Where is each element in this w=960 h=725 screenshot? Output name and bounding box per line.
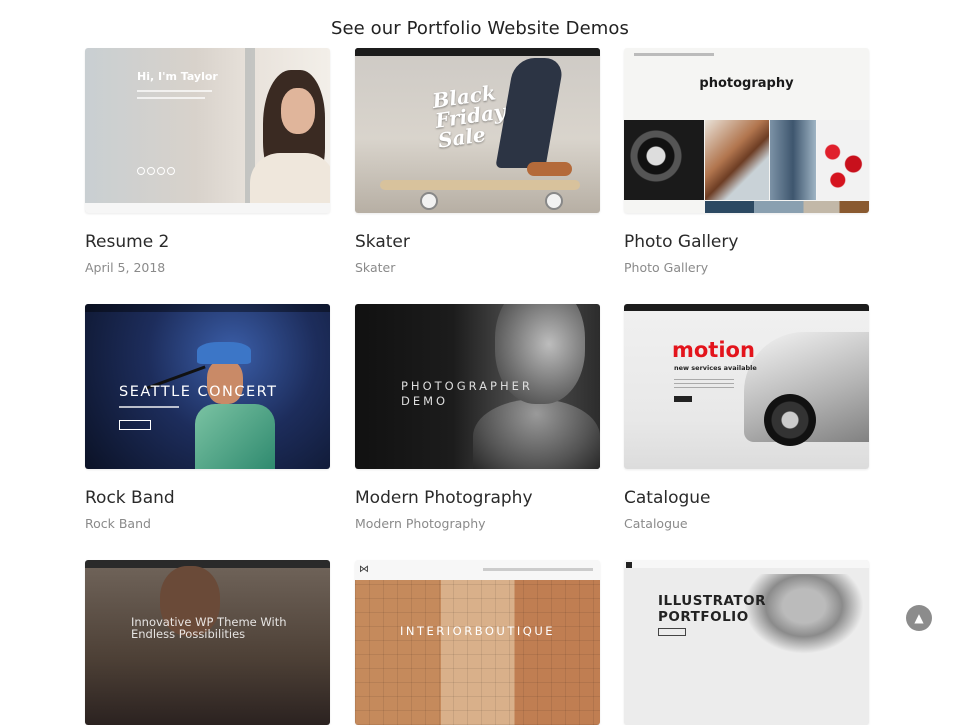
section-heading: See our Portfolio Website Demos — [330, 18, 630, 39]
demo-card-resume-2[interactable]: Hi, I'm Taylor Resume 2 April 5, 2018 — [85, 48, 330, 275]
card-subtitle: Skater — [355, 260, 396, 275]
demo-card-interior-boutique[interactable]: ⋈ INTERIORBOUTIQUE — [355, 560, 600, 725]
skater-shoe — [527, 162, 572, 176]
card-subtitle: Photo Gallery — [624, 260, 709, 275]
demo-thumbnail[interactable]: ⋈ INTERIORBOUTIQUE — [355, 560, 600, 725]
skateboard-wheel — [545, 192, 563, 210]
card-subtitle: Rock Band — [85, 516, 151, 531]
demo-card-photo-gallery[interactable]: photography Photo Gallery Photo Gallery — [624, 48, 869, 275]
demo-thumbnail[interactable]: Hi, I'm Taylor — [85, 48, 330, 213]
social-icons — [137, 160, 177, 179]
demo-card-rock-band[interactable]: SEATTLE CONCERT Rock Band Rock Band — [85, 304, 330, 531]
demo-card-modern-photography[interactable]: PHOTOGRAPHER DEMO Modern Photography Mod… — [355, 304, 600, 531]
demo-card-catalogue[interactable]: motion new services available Catalogue … — [624, 304, 869, 531]
card-title[interactable]: Catalogue — [624, 488, 711, 508]
thumb-nav-bar — [624, 560, 869, 568]
thumb-title-line-2: DEMO — [401, 394, 449, 408]
thumb-title: INTERIORBOUTIQUE — [399, 624, 556, 638]
demo-thumbnail[interactable]: Innovative WP Theme With Endless Possibi… — [85, 560, 330, 725]
card-subtitle: Catalogue — [624, 516, 688, 531]
text-line — [119, 406, 179, 408]
gallery-photo — [624, 120, 704, 200]
thumb-subtitle: new services available — [674, 364, 757, 372]
singer-hat — [197, 342, 251, 364]
thumb-title-line-2: PORTFOLIO — [658, 609, 749, 625]
card-title[interactable]: Resume 2 — [85, 232, 169, 252]
gallery-photo — [705, 120, 769, 200]
gallery-photo — [817, 120, 869, 200]
card-subtitle: Modern Photography — [355, 516, 486, 531]
thumb-button — [658, 628, 686, 636]
thumb-nav-bar — [634, 53, 714, 56]
thumb-nav-bar — [85, 304, 330, 312]
thumb-title: Innovative WP Theme With Endless Possibi… — [131, 615, 287, 641]
thumb-nav-bar — [355, 48, 600, 56]
demo-thumbnail[interactable]: ILLUSTRATOR PORTFOLIO — [624, 560, 869, 725]
text-line — [137, 90, 212, 92]
portrait-shoulder — [473, 399, 600, 469]
gallery-photo — [770, 120, 816, 200]
thumb-greeting: Hi, I'm Taylor — [137, 70, 218, 83]
portrait-body — [250, 153, 330, 208]
thumb-title: motion — [672, 338, 755, 362]
demo-thumbnail[interactable]: PHOTOGRAPHER DEMO — [355, 304, 600, 469]
text-line — [137, 97, 205, 99]
thumb-nav-bar — [483, 568, 593, 571]
car-wheel — [764, 394, 816, 446]
chevron-up-icon: ▲ — [914, 611, 924, 625]
text-lines — [674, 379, 734, 391]
card-title[interactable]: Skater — [355, 232, 410, 252]
demo-thumbnail[interactable]: Black Friday Sale — [355, 48, 600, 213]
demo-thumbnail[interactable]: photography — [624, 48, 869, 213]
singer-shirt — [195, 404, 275, 469]
portrait-face — [281, 88, 315, 134]
thumb-title-line-1: ILLUSTRATOR — [658, 593, 767, 609]
wood-texture — [355, 580, 600, 725]
thumb-script-title: Black Friday Sale — [430, 80, 507, 153]
thumb-title: photography — [699, 76, 794, 91]
card-title[interactable]: Modern Photography — [355, 488, 533, 508]
demo-thumbnail[interactable]: SEATTLE CONCERT — [85, 304, 330, 469]
demo-card-skater[interactable]: Black Friday Sale Skater Skater — [355, 48, 600, 275]
card-title[interactable]: Photo Gallery — [624, 232, 738, 252]
demo-card-innovative[interactable]: Innovative WP Theme With Endless Possibi… — [85, 560, 330, 725]
skateboard — [380, 180, 580, 190]
thumb-button — [674, 396, 692, 402]
skateboard-wheel — [420, 192, 438, 210]
card-subtitle: April 5, 2018 — [85, 260, 166, 275]
logo-icon: ⋈ — [359, 564, 369, 575]
logo-icon — [626, 562, 632, 568]
thumb-button — [119, 420, 151, 430]
card-title[interactable]: Rock Band — [85, 488, 175, 508]
demo-thumbnail[interactable]: motion new services available — [624, 304, 869, 469]
illustration-figure — [744, 574, 864, 654]
gallery-strip — [705, 201, 869, 213]
demo-card-illustrator-portfolio[interactable]: ILLUSTRATOR PORTFOLIO — [624, 560, 869, 725]
thumb-footer-bar — [85, 203, 330, 213]
thumb-title: SEATTLE CONCERT — [119, 384, 278, 400]
thumb-title-line-1: PHOTOGRAPHER — [401, 379, 533, 393]
scroll-to-top-button[interactable]: ▲ — [906, 605, 932, 631]
